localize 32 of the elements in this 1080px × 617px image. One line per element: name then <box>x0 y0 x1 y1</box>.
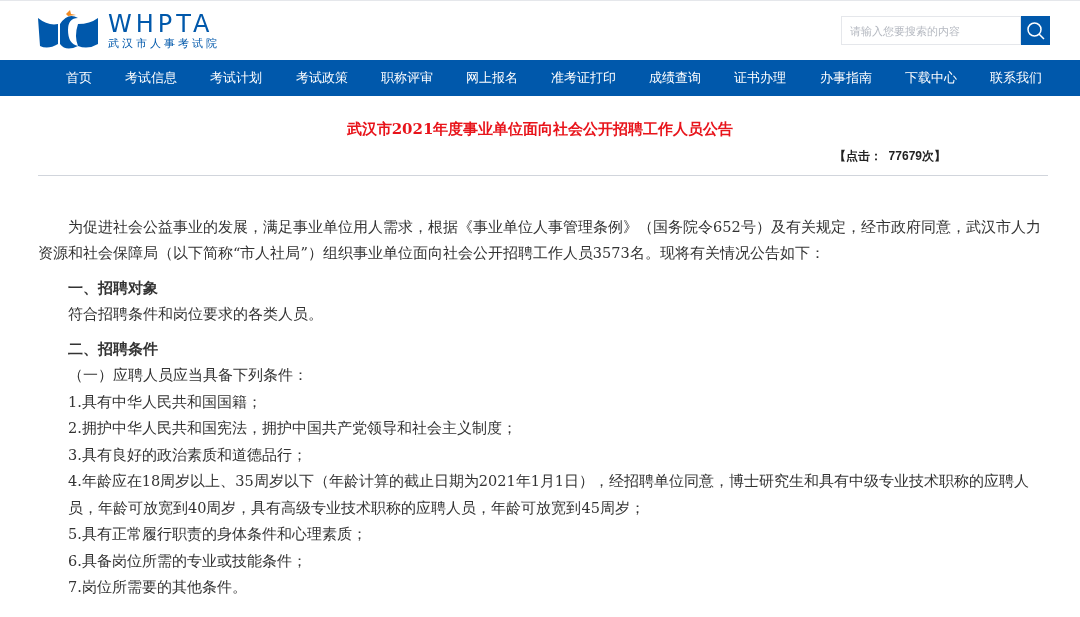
list-item: 2.拥护中华人民共和国宪法，拥护中国共产党领导和社会主义制度； <box>67 419 518 438</box>
list-item: 4.年龄应在18周岁以上、35周岁以下（年龄计算的截止日期为2021年1月1日），经招聘单位同意，博士研究生和具有中级专业技术职称的应聘人员，年龄可放宽到40周岁，具有高级专业技术职称的应聘人员，年龄可放宽到45周岁； <box>67 472 1031 518</box>
nav-link[interactable]: 办事指南 <box>819 68 872 88</box>
list-item: （一）应聘人员应当具备下列条件： <box>67 366 309 385</box>
nav-link[interactable]: 网上报名 <box>465 68 518 88</box>
section-heading: 一、招聘对象 <box>67 277 159 299</box>
article-title: 武汉市2021年度事业单位面向社会公开招聘工作人员公告 <box>345 119 735 140</box>
nav-link[interactable]: 职称评审 <box>380 68 433 88</box>
search-field[interactable]: 请输入您要搜索的内容 <box>841 16 1021 45</box>
list-item: 7.岗位所需要的其他条件。 <box>67 578 248 597</box>
search-button[interactable] <box>1021 16 1050 45</box>
nav-link[interactable]: 考试计划 <box>210 68 263 88</box>
list-item: 符合招聘条件和岗位要求的各类人员。 <box>67 305 324 324</box>
nav-link[interactable]: 下载中心 <box>904 68 957 88</box>
list-item: 5.具有正常履行职责的身体条件和心理素质； <box>67 525 368 544</box>
nav-link[interactable]: 考试政策 <box>295 68 348 88</box>
paragraph: 为促进社会公益事业的发展，满足事业单位用人需求，根据《事业单位人事管理条例》（国务院令652号）及有关规定，经市政府同意，武汉市人力资源和社会保障局（以下简称“市人社局”）组织事业单位面向社会公开招聘工作人员3573名。现将有关情况公告如下： <box>38 217 1042 263</box>
nav-link[interactable]: 证书办理 <box>734 68 787 88</box>
list-item: 6.具备岗位所需的专业或技能条件； <box>67 551 308 571</box>
logo-subtitle: 武汉市人事考试院 <box>108 38 220 49</box>
view-count: 【点击： 77679次】 <box>833 147 946 165</box>
list-item: 3.具有良好的政治素质和道德品行； <box>67 445 308 465</box>
nav-link[interactable]: 成绩查询 <box>649 68 702 88</box>
logo-icon <box>38 9 100 52</box>
search-icon <box>1025 20 1046 41</box>
nav-link[interactable]: 考试信息 <box>125 68 178 88</box>
section-heading: 二、招聘条件 <box>67 338 159 360</box>
nav-link[interactable]: 首页 <box>66 68 92 88</box>
logo-wordmark: WHPTA <box>108 12 215 36</box>
list-item: 1.具有中华人民共和国国籍； <box>67 392 263 412</box>
nav-link[interactable]: 联系我们 <box>989 68 1042 88</box>
nav-link[interactable]: 准考证打印 <box>551 68 617 88</box>
